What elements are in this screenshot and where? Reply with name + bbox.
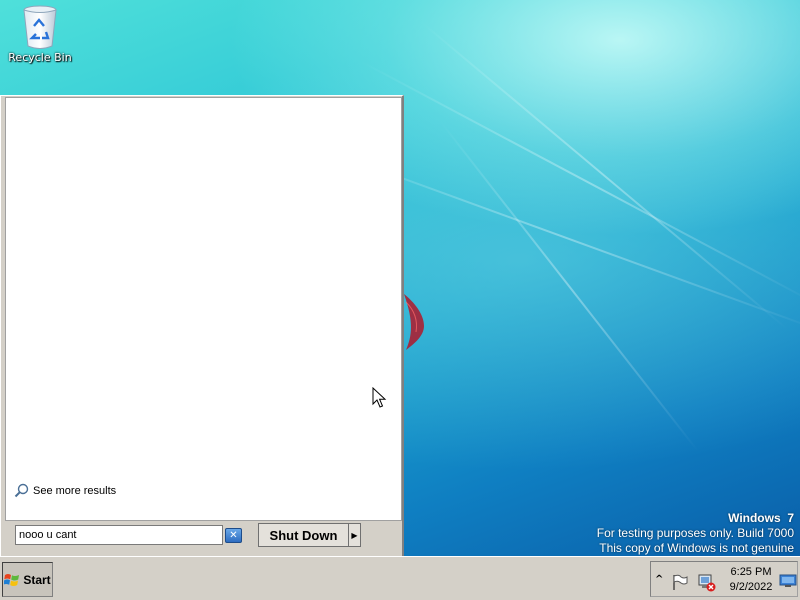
shut-down-button[interactable]: Shut Down bbox=[258, 523, 349, 547]
wallpaper-fish-graphic bbox=[404, 294, 424, 350]
watermark-build-line: For testing purposes only. Build 7000 bbox=[596, 526, 794, 540]
search-row: ✕ Shut Down ▶ bbox=[1, 521, 403, 557]
recycle-bin-label: Recycle Bin bbox=[8, 51, 72, 64]
windows-watermark: Windows 7 For testing purposes only. Bui… bbox=[597, 511, 794, 556]
taskbar-clock[interactable]: 6:25 PM 9/2/2022 bbox=[723, 565, 779, 595]
see-more-results-link[interactable]: See more results bbox=[14, 483, 116, 498]
notification-area: ^ 6:25 PM 9/2/2022 bbox=[650, 561, 798, 597]
show-desktop-icon[interactable] bbox=[779, 574, 797, 588]
clock-time: 6:25 PM bbox=[730, 566, 772, 578]
clear-search-icon[interactable]: ✕ bbox=[225, 528, 242, 543]
taskbar: Start ^ 6:25 PM 9/2/2022 bbox=[0, 556, 800, 600]
clock-date: 9/2/2022 bbox=[729, 581, 773, 593]
mouse-pointer-icon bbox=[372, 387, 387, 408]
start-search-input[interactable] bbox=[15, 525, 223, 545]
shut-down-options-arrow-icon[interactable]: ▶ bbox=[348, 523, 361, 547]
watermark-title: Windows 7 bbox=[728, 511, 794, 525]
search-icon bbox=[14, 483, 29, 498]
see-more-results-label: See more results bbox=[33, 484, 117, 497]
watermark-genuine-line: This copy of Windows is not genuine bbox=[599, 541, 794, 555]
show-hidden-icons-button[interactable]: ^ bbox=[655, 574, 663, 585]
action-center-flag-icon[interactable] bbox=[671, 574, 689, 590]
network-disconnected-icon[interactable] bbox=[697, 574, 717, 592]
recycle-bin-icon bbox=[23, 5, 57, 49]
start-menu: See more results ✕ Shut Down ▶ bbox=[0, 95, 404, 556]
start-button[interactable]: Start bbox=[2, 562, 53, 597]
recycle-bin-shortcut[interactable]: Recycle Bin bbox=[8, 4, 72, 64]
windows-logo-icon bbox=[4, 573, 20, 586]
start-button-label: Start bbox=[23, 572, 51, 587]
search-results-pane: See more results bbox=[5, 97, 402, 521]
